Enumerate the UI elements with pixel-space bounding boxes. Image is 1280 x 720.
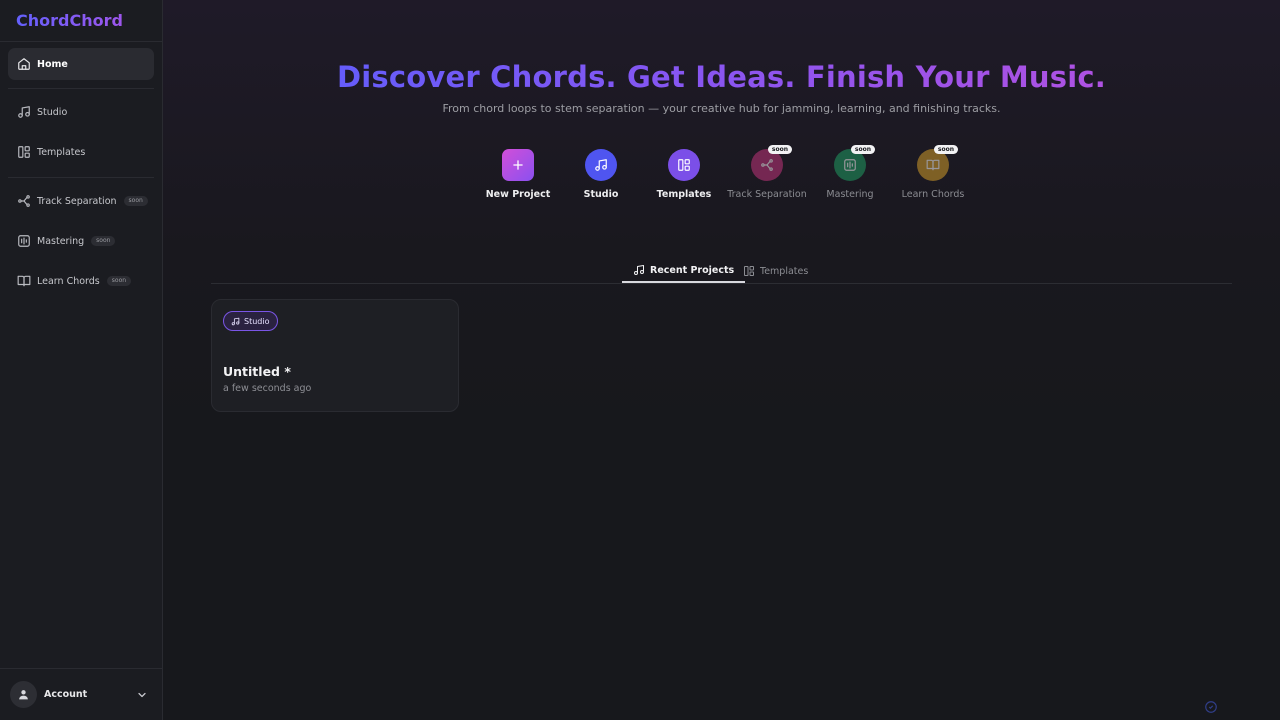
action-label: New Project: [485, 189, 551, 200]
tab-templates[interactable]: Templates: [743, 259, 808, 283]
tab-label: Templates: [760, 265, 809, 277]
action-label: Track Separation: [727, 189, 807, 200]
page-subtitle: From chord loops to stem separation — yo…: [442, 102, 1001, 115]
studio-button[interactable]: Studio: [556, 149, 646, 200]
project-type-label: Studio: [244, 316, 270, 326]
plus-icon: [513, 160, 523, 170]
new-project-tile: [502, 149, 534, 181]
soon-badge: soon: [933, 145, 958, 155]
sidebar-item-templates[interactable]: Templates: [8, 136, 154, 168]
help-widget-icon[interactable]: [1204, 700, 1218, 714]
book-icon: [926, 159, 940, 171]
templates-icon: [17, 145, 31, 159]
sidebar-item-track-separation[interactable]: Track Separation soon: [8, 185, 154, 217]
account-label: Account: [44, 689, 88, 700]
new-project-button[interactable]: New Project: [473, 149, 563, 200]
sidebar-item-home[interactable]: Home: [8, 48, 154, 80]
action-label: Learn Chords: [901, 189, 965, 200]
waveform-icon: [17, 234, 31, 248]
main-content: Discover Chords. Get Ideas. Finish Your …: [163, 0, 1280, 720]
sidebar-divider: [8, 88, 154, 89]
music-note-icon: [634, 265, 644, 275]
sidebar-item-label: Learn Chords: [37, 275, 100, 287]
avatar: [10, 681, 37, 708]
sidebar: ChordChord Home Studio Templates Track S…: [0, 0, 163, 720]
soon-badge: soon: [123, 196, 148, 206]
music-note-icon: [231, 317, 240, 325]
soon-badge: soon: [91, 236, 116, 246]
templates-button[interactable]: Templates: [639, 149, 729, 200]
chevron-down-icon[interactable]: [136, 689, 148, 701]
track-separation-button[interactable]: soon Track Separation: [722, 145, 812, 200]
project-type-badge: Studio: [223, 311, 279, 331]
page-title: Discover Chords. Get Ideas. Finish Your …: [163, 60, 1280, 94]
logo-area: ChordChord: [0, 0, 163, 42]
soon-badge: soon: [767, 145, 792, 155]
studio-tile: [585, 149, 617, 181]
tabs-divider: [211, 283, 1232, 284]
sidebar-divider: [8, 177, 154, 178]
waveform-icon: [844, 159, 856, 171]
user-icon: [19, 690, 28, 700]
sidebar-item-label: Templates: [37, 146, 86, 158]
sidebar-item-learn-chords[interactable]: Learn Chords soon: [8, 265, 154, 297]
soon-badge: soon: [106, 276, 132, 286]
share-icon: [17, 194, 31, 208]
project-timestamp: a few seconds ago: [223, 383, 312, 394]
action-label: Studio: [583, 189, 619, 200]
project-title: Untitled *: [223, 364, 291, 379]
tab-label: Recent Projects: [650, 264, 735, 276]
share-icon: [761, 159, 773, 171]
sidebar-item-label: Studio: [37, 106, 68, 118]
tab-recent-projects[interactable]: Recent Projects: [622, 259, 746, 283]
templates-tile: [668, 149, 700, 181]
home-icon: [17, 57, 31, 71]
quick-actions: New Project Studio Templates soon Track …: [473, 145, 973, 209]
soon-badge: soon: [850, 145, 875, 155]
app-logo[interactable]: ChordChord: [0, 0, 163, 42]
sidebar-item-label: Home: [37, 58, 68, 70]
templates-icon: [744, 266, 754, 276]
action-label: Templates: [656, 189, 712, 200]
app-root: ChordChord Home Studio Templates Track S…: [0, 0, 1280, 720]
sidebar-item-studio[interactable]: Studio: [8, 96, 154, 128]
learn-chords-button[interactable]: soon Learn Chords: [888, 145, 978, 200]
sidebar-item-label: Mastering: [37, 235, 85, 247]
music-note-icon: [595, 159, 607, 171]
sidebar-item-mastering[interactable]: Mastering soon: [8, 225, 154, 257]
account-menu[interactable]: Account: [0, 668, 163, 720]
sidebar-item-label: Track Separation: [37, 195, 117, 207]
action-label: Mastering: [826, 189, 874, 200]
templates-icon: [678, 159, 690, 171]
project-card[interactable]: Studio Untitled * a few seconds ago: [211, 299, 459, 412]
mastering-button[interactable]: soon Mastering: [805, 145, 895, 200]
book-icon: [17, 274, 31, 288]
music-note-icon: [17, 105, 31, 119]
